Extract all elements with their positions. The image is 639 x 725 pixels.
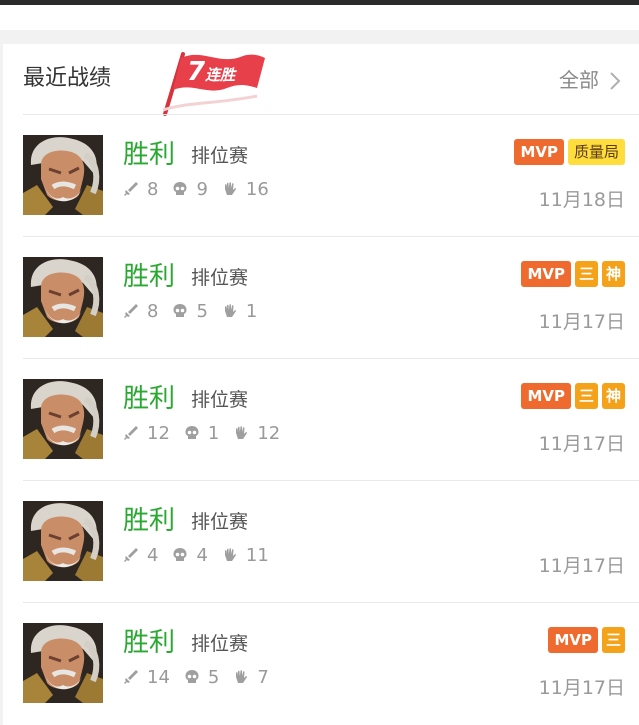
hero-avatar xyxy=(23,379,103,459)
deaths-count: 5 xyxy=(196,300,208,322)
hero-avatar xyxy=(23,623,103,703)
mvp-badge: MVP xyxy=(521,383,571,409)
match-result: 胜利 xyxy=(123,262,176,292)
recent-matches-card: 最近战绩 7连胜 全部 胜利 排位赛 8 9 16 MVP 质量局 11月18日… xyxy=(3,44,639,725)
kda-stats: 4 4 11 xyxy=(123,543,283,567)
skull-icon xyxy=(185,426,199,439)
godlike-badge: 神 xyxy=(601,261,625,287)
match-result: 胜利 xyxy=(123,384,176,414)
hero-avatar xyxy=(23,501,103,581)
match-mode: 排位赛 xyxy=(191,389,249,411)
hero-avatar xyxy=(23,135,103,215)
sword-icon xyxy=(124,182,138,196)
match-result: 胜利 xyxy=(123,628,176,658)
assists-count: 11 xyxy=(245,544,269,566)
match-row[interactable]: 胜利 排位赛 8 9 16 MVP 质量局 11月18日 xyxy=(3,115,639,236)
match-mode: 排位赛 xyxy=(191,511,249,533)
hand-icon xyxy=(224,548,236,561)
match-result: 胜利 xyxy=(123,140,176,170)
chevron-right-icon[interactable] xyxy=(605,71,625,91)
match-row[interactable]: 胜利 排位赛 14 5 7 MVP 三 11月17日 xyxy=(3,603,639,724)
assists-count: 16 xyxy=(245,178,269,200)
match-mode: 排位赛 xyxy=(191,145,249,167)
assists-count: 1 xyxy=(245,300,258,322)
section-title: 最近战绩 xyxy=(23,66,112,91)
match-row[interactable]: 胜利 排位赛 12 1 12 MVP 三神 11月17日 xyxy=(3,359,639,480)
match-date: 11月18日 xyxy=(538,189,625,211)
deaths-count: 5 xyxy=(207,666,220,688)
mvp-badge: MVP xyxy=(514,139,564,165)
triple-kill-badge: 三 xyxy=(574,261,598,287)
match-mode: 排位赛 xyxy=(191,267,249,289)
match-mode: 排位赛 xyxy=(191,633,249,655)
match-row[interactable]: 胜利 排位赛 8 5 1 MVP 三神 11月17日 xyxy=(3,237,639,358)
deaths-count: 4 xyxy=(196,544,208,566)
sword-icon xyxy=(124,548,138,562)
hand-icon xyxy=(224,182,236,195)
deaths-count: 1 xyxy=(207,422,220,444)
triple-kill-badge: 三 xyxy=(601,627,625,653)
match-tags: MVP 三神 xyxy=(521,261,625,287)
streak-badge: 7连胜 xyxy=(187,58,235,89)
assists-count: 12 xyxy=(257,422,281,444)
hero-avatar xyxy=(23,257,103,337)
match-tags: MVP 三 xyxy=(548,627,625,653)
streak-count: 7 xyxy=(187,57,206,87)
streak-label: 连胜 xyxy=(205,66,236,84)
godlike-badge: 神 xyxy=(601,383,625,409)
match-date: 11月17日 xyxy=(538,555,625,577)
kda-stats: 14 5 7 xyxy=(123,665,283,689)
hand-icon xyxy=(236,670,248,683)
recent-matches-header: 最近战绩 7连胜 全部 xyxy=(3,44,639,116)
skull-icon xyxy=(185,670,199,683)
match-tags: MVP 三神 xyxy=(521,383,625,409)
match-tags: MVP 质量局 xyxy=(514,139,625,165)
sword-icon xyxy=(124,670,138,684)
skull-icon xyxy=(173,548,187,561)
kills-count: 4 xyxy=(147,544,159,566)
deaths-count: 9 xyxy=(196,178,208,200)
match-result: 胜利 xyxy=(123,506,176,536)
kda-stats: 8 5 1 xyxy=(123,299,271,323)
hand-icon xyxy=(236,426,248,439)
assists-count: 7 xyxy=(257,666,269,688)
kills-count: 14 xyxy=(147,666,170,688)
kills-count: 8 xyxy=(147,300,159,322)
skull-icon xyxy=(173,304,187,317)
sword-icon xyxy=(124,426,138,440)
kda-stats: 12 1 12 xyxy=(123,421,294,445)
kills-count: 8 xyxy=(147,178,159,200)
top-strip xyxy=(0,5,639,30)
triple-kill-badge: 三 xyxy=(574,383,598,409)
mvp-badge: MVP xyxy=(521,261,571,287)
kills-count: 12 xyxy=(147,422,170,444)
match-date: 11月17日 xyxy=(538,311,625,333)
hand-icon xyxy=(224,304,236,317)
match-row[interactable]: 胜利 排位赛 4 4 11 11月17日 xyxy=(3,481,639,602)
match-date: 11月17日 xyxy=(538,677,625,699)
mvp-badge: MVP xyxy=(548,627,598,653)
skull-icon xyxy=(173,182,187,195)
match-date: 11月17日 xyxy=(538,433,625,455)
view-all-link[interactable]: 全部 xyxy=(559,66,599,94)
kda-stats: 8 9 16 xyxy=(123,177,283,201)
sword-icon xyxy=(124,304,138,318)
quality-badge: 质量局 xyxy=(567,139,625,165)
